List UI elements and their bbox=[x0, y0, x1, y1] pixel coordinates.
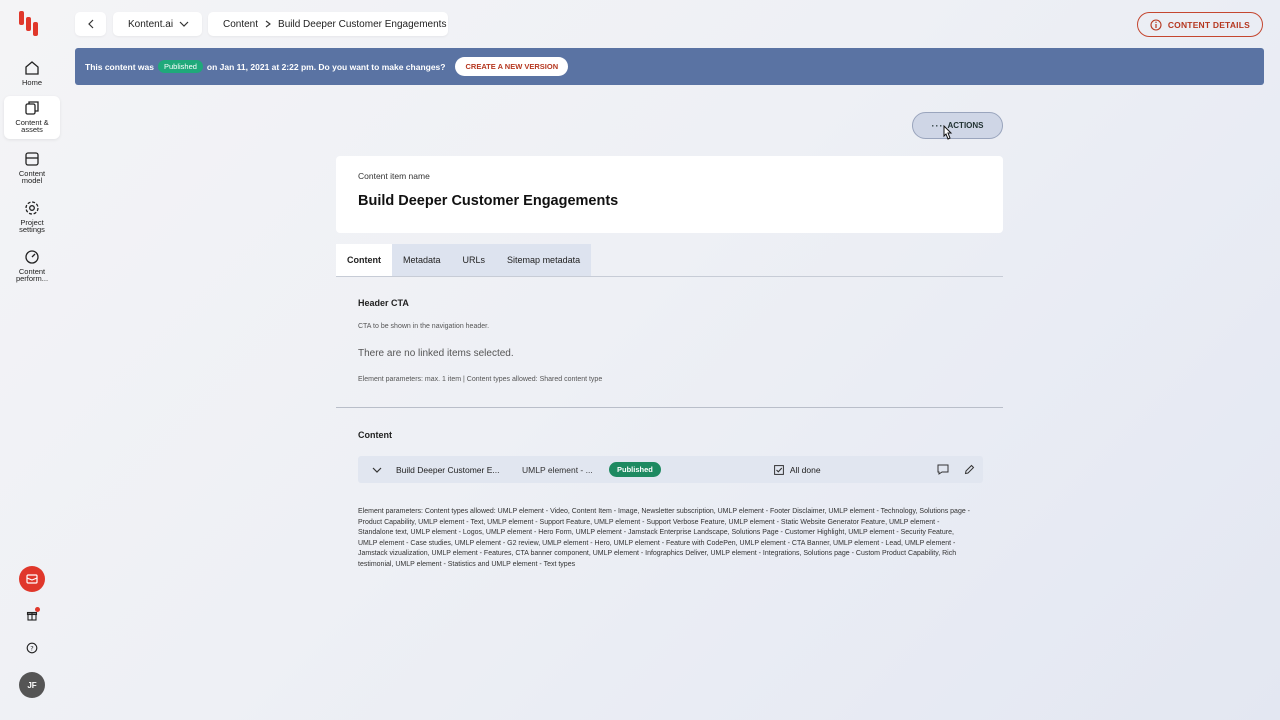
help-icon: ? bbox=[26, 642, 38, 654]
content-details-button[interactable]: CONTENT DETAILS bbox=[1136, 12, 1263, 37]
create-new-version-button[interactable]: CREATE A NEW VERSION bbox=[455, 57, 569, 76]
sidebar-item-label: Content model bbox=[18, 169, 46, 185]
sidebar-item-project-settings[interactable]: Project settings bbox=[4, 196, 60, 236]
sidebar: Home Content & assets Content model Proj… bbox=[0, 0, 64, 720]
sidebar-item-label: Content & assets bbox=[15, 118, 49, 134]
checkbox-checked-icon bbox=[773, 464, 784, 475]
sidebar-item-content-performance[interactable]: Content perform... bbox=[4, 245, 60, 285]
workflow-status: All done bbox=[789, 464, 821, 475]
linked-item-type: UMLP element - ... bbox=[522, 464, 593, 475]
tab-bar: Content Metadata URLs Sitemap metadata bbox=[336, 244, 592, 276]
sidebar-item-label: Home bbox=[21, 78, 42, 87]
tab-metadata[interactable]: Metadata bbox=[392, 244, 452, 276]
sidebar-item-label: Project settings bbox=[19, 218, 45, 234]
chevron-left-icon bbox=[87, 19, 93, 29]
svg-text:?: ? bbox=[30, 644, 33, 652]
tab-sitemap-metadata[interactable]: Sitemap metadata bbox=[496, 244, 592, 276]
content-assets-icon bbox=[25, 101, 39, 115]
sidebar-item-home[interactable]: Home bbox=[4, 56, 60, 88]
content-element-params: Element parameters: Content types allowe… bbox=[358, 508, 971, 568]
chevron-down-icon bbox=[179, 21, 189, 27]
published-banner: This content was Published on Jan 11, 20… bbox=[75, 48, 1264, 85]
avatar[interactable]: JF bbox=[19, 672, 45, 698]
chevron-right-icon bbox=[265, 20, 271, 28]
status-badge: Published bbox=[609, 462, 661, 477]
header-cta-hint: CTA to be shown in the navigation header… bbox=[358, 323, 490, 330]
banner-text-after: on Jan 11, 2021 at 2:22 pm. Do you want … bbox=[206, 61, 446, 72]
chevron-down-icon[interactable] bbox=[372, 467, 382, 473]
kontent-logo[interactable] bbox=[19, 11, 47, 37]
header-cta-params: Element parameters: max. 1 item | Conten… bbox=[358, 376, 603, 383]
section-divider bbox=[336, 407, 1003, 408]
tab-urls[interactable]: URLs bbox=[451, 244, 497, 276]
content-section-title: Content bbox=[358, 430, 392, 440]
linked-item-name[interactable]: Build Deeper Customer E... bbox=[396, 465, 522, 475]
content-details-label: CONTENT DETAILS bbox=[1167, 19, 1250, 30]
content-item-name[interactable]: Build Deeper Customer Engagements bbox=[358, 193, 981, 209]
banner-text-before: This content was bbox=[85, 61, 154, 72]
mail-icon bbox=[26, 574, 38, 584]
breadcrumb-root[interactable]: Content bbox=[223, 19, 258, 30]
notification-dot bbox=[35, 607, 40, 612]
help-button[interactable]: ? bbox=[19, 635, 45, 661]
edit-icon[interactable] bbox=[964, 464, 975, 475]
back-button[interactable] bbox=[75, 12, 106, 36]
content-item-name-label: Content item name bbox=[358, 171, 430, 181]
header-cta-title: Header CTA bbox=[358, 298, 409, 308]
content-model-icon bbox=[25, 152, 39, 166]
home-icon bbox=[25, 61, 39, 75]
actions-button[interactable]: ··· ACTIONS bbox=[912, 112, 1003, 139]
header-cta-empty: There are no linked items selected. bbox=[358, 348, 514, 359]
comment-icon[interactable] bbox=[937, 464, 949, 475]
breadcrumb: Content Build Deeper Customer Engagement… bbox=[208, 12, 448, 36]
sidebar-item-label: Content perform... bbox=[15, 267, 49, 283]
sidebar-item-content-model[interactable]: Content model bbox=[4, 147, 60, 187]
linked-item-row[interactable]: Build Deeper Customer E... UMLP element … bbox=[358, 456, 983, 483]
mouse-cursor-icon bbox=[943, 125, 953, 140]
status-badge: Published bbox=[157, 60, 203, 73]
tab-content[interactable]: Content bbox=[336, 244, 392, 276]
gear-icon bbox=[25, 201, 39, 215]
whats-new-button[interactable] bbox=[19, 602, 45, 628]
project-switcher[interactable]: Kontent.ai bbox=[113, 12, 202, 36]
project-name: Kontent.ai bbox=[128, 18, 174, 30]
sidebar-item-content-assets[interactable]: Content & assets bbox=[4, 96, 60, 139]
feedback-button[interactable] bbox=[19, 566, 45, 592]
breadcrumb-current: Build Deeper Customer Engagements bbox=[278, 18, 447, 30]
gauge-icon bbox=[25, 250, 39, 264]
info-icon bbox=[1150, 18, 1162, 31]
tabs-divider bbox=[336, 276, 1003, 277]
content-item-name-card: Content item name Build Deeper Customer … bbox=[336, 156, 1003, 233]
